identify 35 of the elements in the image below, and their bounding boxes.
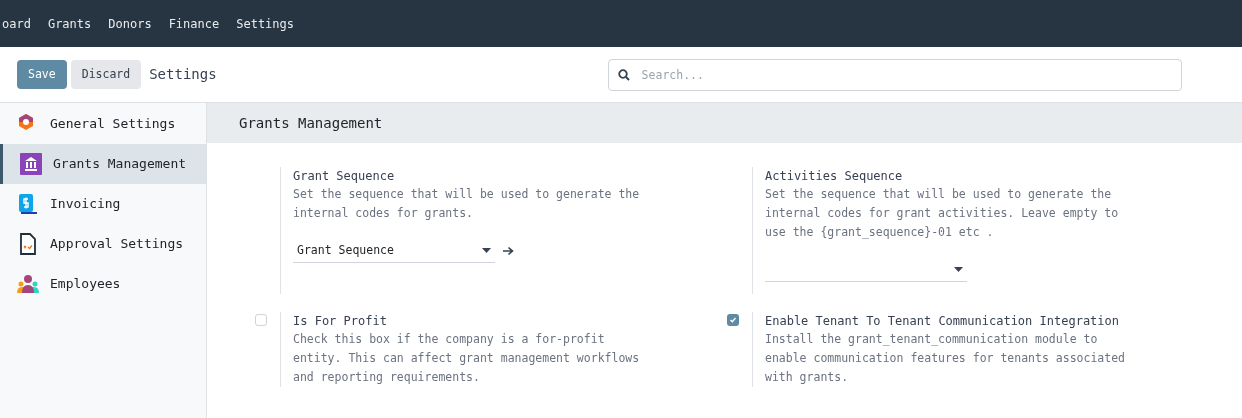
sidebar-item[interactable]: Approval Settings <box>0 224 206 264</box>
nav-link[interactable]: Grants <box>47 14 92 33</box>
setting-description: Install the grant_tenant_communication module to enable communication features for tenants associated with grants. <box>765 331 1127 386</box>
save-button[interactable]: Save <box>17 60 67 89</box>
nav-link[interactable]: Settings <box>236 14 294 33</box>
checkbox[interactable] <box>727 314 739 326</box>
sidebar-item[interactable]: Invoicing <box>0 184 206 224</box>
nav-link[interactable]: oard <box>2 14 31 33</box>
discard-button[interactable]: Discard <box>70 60 142 89</box>
invoice-icon <box>17 193 39 215</box>
bank-icon <box>20 153 42 175</box>
sidebar-item[interactable]: General Settings <box>0 104 206 144</box>
nav-link[interactable]: Finance <box>168 14 220 33</box>
setting-description: Set the sequence that will be used to generate the internal codes for grant activities. Leave empty to use the {grant_sequence}-01 etc . <box>765 186 1120 241</box>
checkmark-icon <box>729 316 737 324</box>
people-icon <box>17 273 39 295</box>
caret-icon <box>482 248 491 253</box>
setting-description: Check this box if the company is a for-profit entity. This can affect grant management workflows and reporting requirements. <box>293 331 641 386</box>
caret-icon <box>954 267 963 272</box>
nav-link[interactable]: Donors <box>108 14 152 33</box>
sidebar-item[interactable]: Grants Management <box>0 144 206 184</box>
document-icon <box>17 233 39 255</box>
search-icon <box>617 68 630 81</box>
search-field[interactable]: Search... <box>607 58 1182 91</box>
checkbox[interactable] <box>255 314 267 326</box>
setting-title: Enable Tenant To Tenant Communication Integration <box>765 313 1120 330</box>
setting-description: Set the sequence that will be used to generate the internal codes for grants. <box>293 186 641 222</box>
setting-title: Grant Sequence <box>293 168 396 185</box>
section-title: Grants Management <box>239 113 383 133</box>
select-field[interactable]: Grant Sequence <box>293 239 495 263</box>
page-title: Settings <box>149 65 217 84</box>
setting-title: Activities Sequence <box>765 168 904 185</box>
setting-title: Is For Profit <box>293 313 388 330</box>
sidebar-item[interactable]: Employees <box>0 264 206 304</box>
arrow-icon[interactable] <box>503 246 514 256</box>
